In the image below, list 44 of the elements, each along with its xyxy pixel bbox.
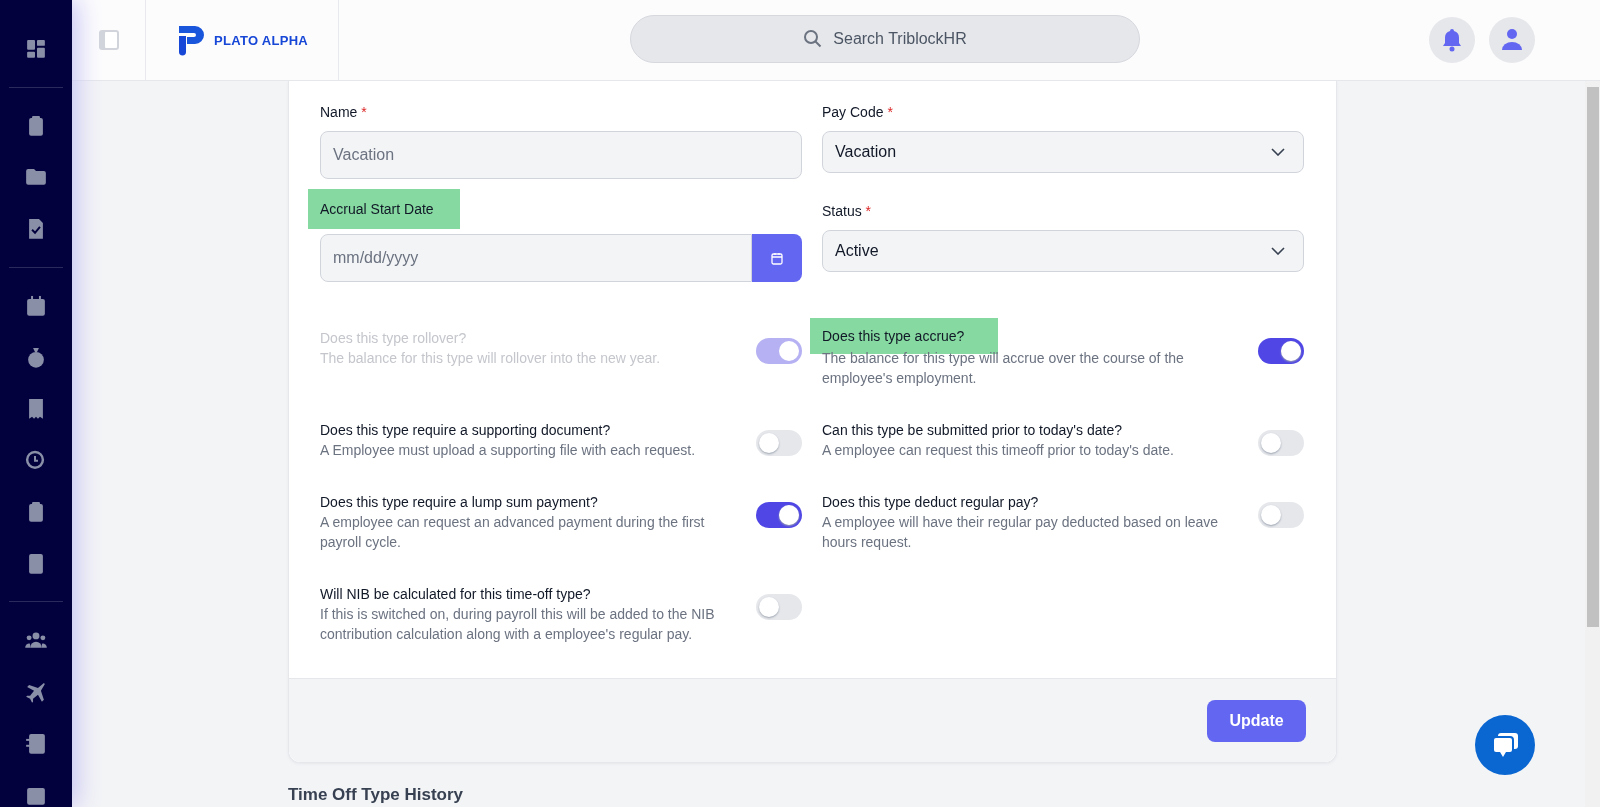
notification-button[interactable] xyxy=(1429,17,1475,63)
toggle-switch[interactable] xyxy=(1258,338,1304,364)
contact-card-icon[interactable] xyxy=(24,731,48,756)
toggle-description: A employee can request this timeoff prior to today's date. xyxy=(822,441,1174,460)
toggle-title: Can this type be submitted prior to today's date? xyxy=(822,422,1122,438)
toggle-switch[interactable] xyxy=(1258,430,1304,456)
toggle-description: The balance for this type will rollover into the new year. xyxy=(320,349,661,368)
date-field[interactable]: mm/dd/yyyy xyxy=(320,234,752,282)
toggle-title: Does this type deduct regular pay? xyxy=(822,494,1039,510)
toggle-description: A employee will have their regular pay deducted based on leave hours request. xyxy=(822,513,1220,552)
toggle-title: Will NIB be calculated for this time-off type? xyxy=(320,586,591,602)
sidebar-toggle-icon[interactable] xyxy=(97,29,120,51)
airplane-icon[interactable] xyxy=(24,680,48,704)
chevron-down-icon xyxy=(1271,148,1285,156)
toggle-title: Does this type require a lump sum payment? xyxy=(320,494,598,510)
user-icon xyxy=(1502,28,1522,52)
toggle-description: A Employee must upload a supporting file with each request. xyxy=(320,441,696,460)
toggle-description: If this is switched on, during payroll this will be added to the NIB contribution calculation along with a employee's regular pay. xyxy=(320,605,716,644)
toggle-description: A employee can request an advanced payment during the first payroll cycle. xyxy=(320,513,706,552)
toggle-switch[interactable] xyxy=(756,430,802,456)
toggle-switch[interactable] xyxy=(756,502,802,528)
search-icon xyxy=(803,29,824,49)
update-button[interactable]: Update xyxy=(1207,699,1306,742)
chat-button[interactable] xyxy=(1475,715,1535,775)
select-field[interactable]: Active xyxy=(822,230,1304,272)
dashboard-icon[interactable] xyxy=(24,37,48,61)
field-label: Accrual Start Date xyxy=(308,189,460,229)
toggle-switch[interactable] xyxy=(1258,502,1304,528)
toggle-switch[interactable] xyxy=(756,594,802,620)
scrollbar[interactable] xyxy=(1585,81,1600,807)
text-field[interactable]: Vacation xyxy=(320,131,802,179)
chevron-down-icon xyxy=(1271,247,1285,255)
select-field[interactable]: Vacation xyxy=(822,131,1304,173)
field-label: Status * xyxy=(822,202,872,221)
field-label: Pay Code * xyxy=(822,103,893,122)
search-field[interactable]: Search TriblockHR xyxy=(630,15,1140,63)
toggle-title: Does this type require a supporting document? xyxy=(320,422,611,438)
bell-icon xyxy=(1442,28,1462,52)
logo-text: PLATO ALPHA xyxy=(214,32,309,48)
field-label: Name * xyxy=(320,103,367,122)
calendar-button[interactable] xyxy=(752,234,802,282)
section-heading: Time Off Type History xyxy=(288,785,465,805)
profile-button[interactable] xyxy=(1489,17,1535,63)
toggle-title: Does this type rollover? xyxy=(320,330,467,346)
